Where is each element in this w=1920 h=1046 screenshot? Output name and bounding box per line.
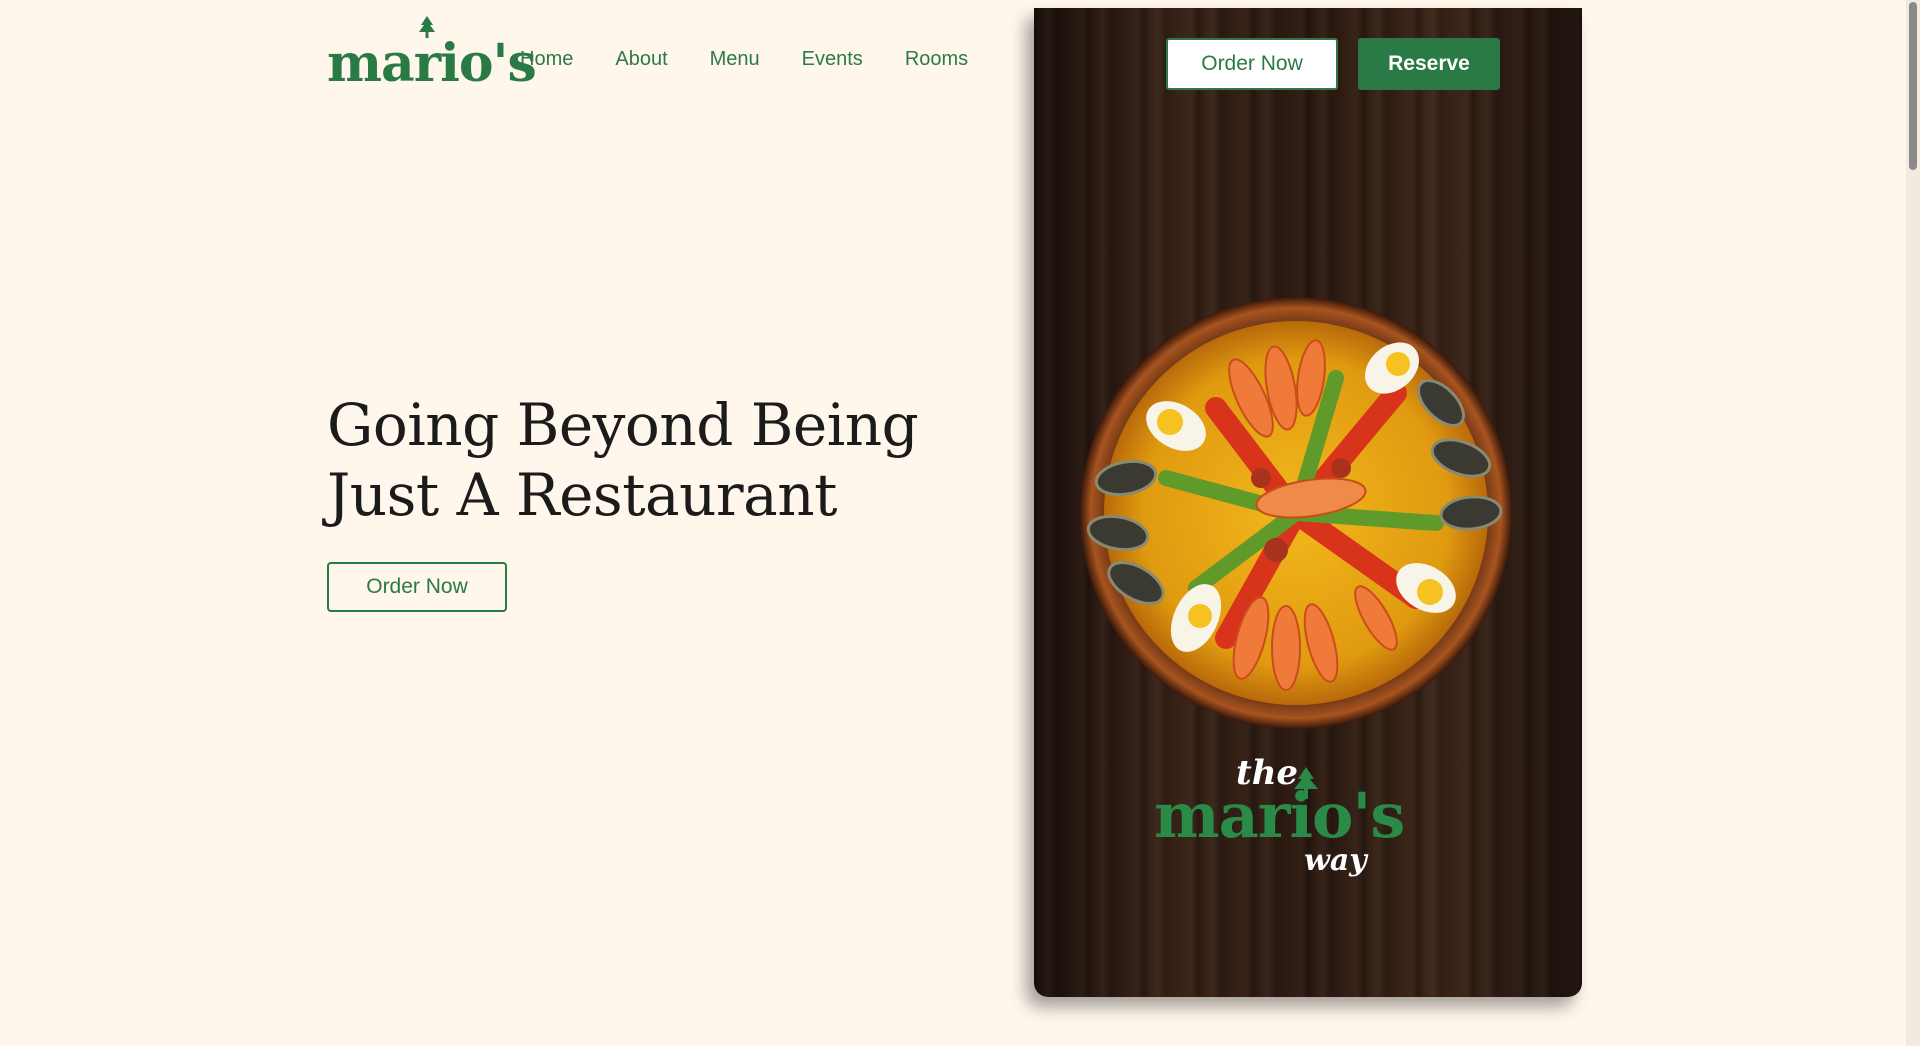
paella-dish-image bbox=[1080, 298, 1512, 729]
scrollbar-thumb[interactable] bbox=[1909, 2, 1917, 170]
hero-image-panel: Order Now Reserve the mario's way bbox=[1034, 8, 1582, 997]
the-marios-way-logo: the mario's way bbox=[1154, 753, 1424, 883]
nav-events[interactable]: Events bbox=[802, 48, 863, 71]
tree-icon bbox=[419, 16, 435, 38]
page: mario's Home About Menu Events Rooms Goi… bbox=[0, 0, 1920, 1046]
hero-title: Going Beyond Being Just A Restaurant bbox=[327, 391, 919, 529]
nav-menu[interactable]: Menu bbox=[710, 48, 760, 71]
main-nav: Home About Menu Events Rooms bbox=[520, 48, 968, 71]
logo[interactable]: mario's bbox=[327, 16, 537, 94]
slogan-name: mario's bbox=[1154, 779, 1405, 852]
nav-home[interactable]: Home bbox=[520, 48, 573, 71]
nav-about[interactable]: About bbox=[615, 48, 667, 71]
header-order-now-button[interactable]: Order Now bbox=[1166, 38, 1338, 90]
reserve-button[interactable]: Reserve bbox=[1358, 38, 1500, 90]
logo-text: mario's bbox=[327, 33, 537, 94]
hero-order-now-button[interactable]: Order Now bbox=[327, 562, 507, 612]
page-scrollbar[interactable] bbox=[1906, 0, 1920, 1046]
nav-rooms[interactable]: Rooms bbox=[905, 48, 968, 71]
slogan-way: way bbox=[1304, 843, 1367, 878]
